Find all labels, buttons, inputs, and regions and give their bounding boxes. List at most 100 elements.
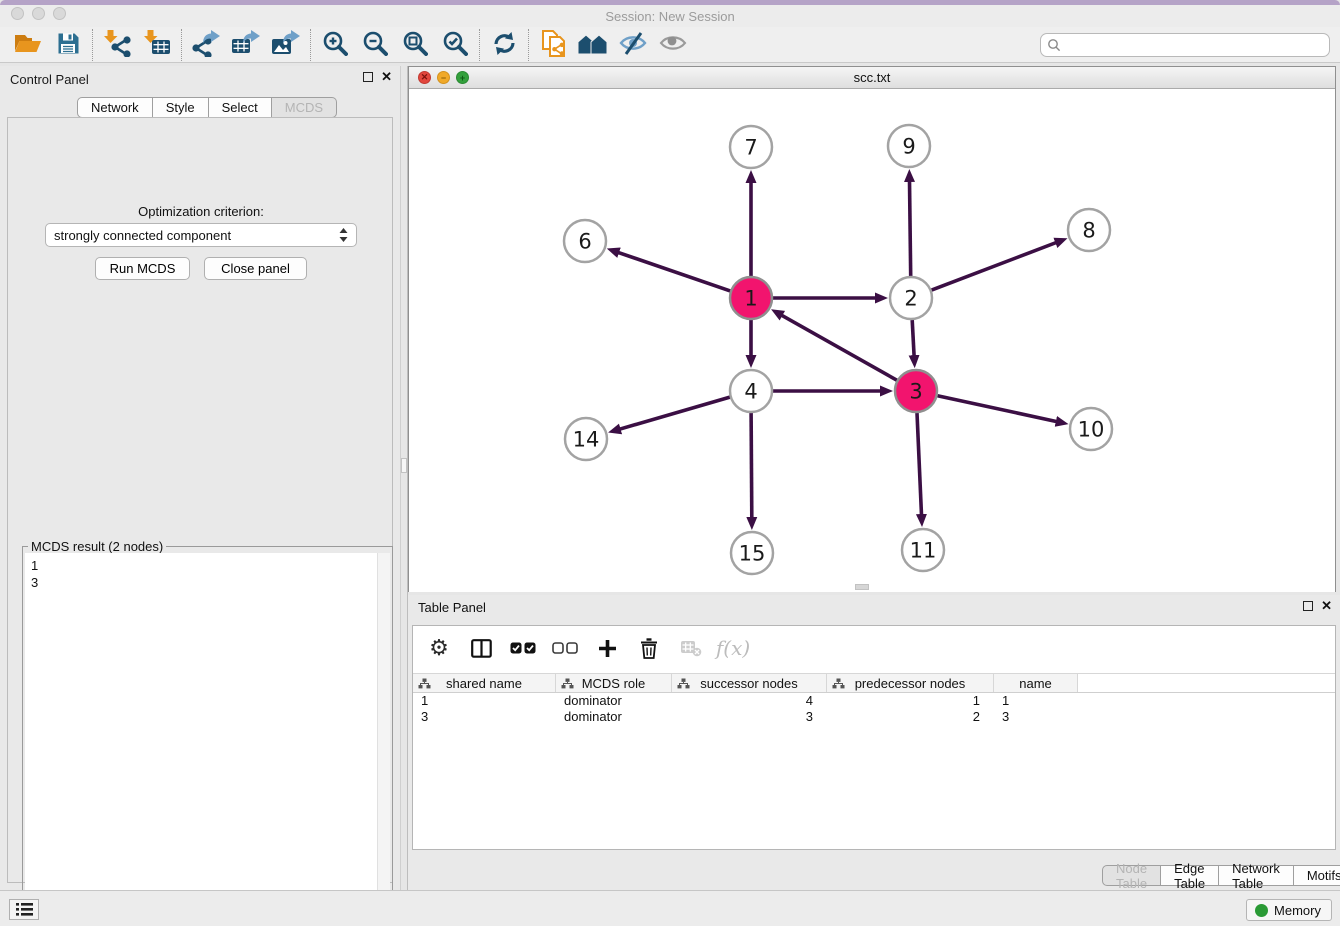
toggle-columns-button[interactable] (467, 634, 495, 662)
hide-glyphs-icon (619, 32, 647, 58)
table-cell-MCDS-role[interactable]: dominator (556, 693, 672, 709)
save-session-button[interactable] (48, 29, 88, 61)
close-panel-button[interactable]: Close panel (204, 257, 307, 280)
frame-close-icon[interactable]: ✕ (418, 71, 431, 84)
frame-maximize-icon[interactable]: + (456, 71, 469, 84)
graph-edge-4-14[interactable] (620, 397, 730, 429)
column-header-shared-name[interactable]: shared name (413, 674, 556, 692)
zoom-in-button[interactable] (315, 29, 355, 61)
search-input[interactable] (1065, 38, 1329, 53)
show-glyphs-button[interactable] (653, 29, 693, 61)
canvas-hscroll-thumb[interactable] (855, 584, 869, 590)
tab-node-table[interactable]: Node Table (1102, 865, 1161, 886)
graph-edge-3-11[interactable] (917, 413, 922, 515)
svg-text:11: 11 (910, 538, 937, 562)
tab-select[interactable]: Select (209, 97, 272, 118)
graph-node-11[interactable]: 11 (902, 529, 944, 571)
table-cell-predecessor-nodes[interactable]: 2 (827, 709, 994, 725)
table-cell-successor-nodes[interactable]: 4 (672, 693, 827, 709)
column-header-successor-nodes[interactable]: successor nodes (672, 674, 827, 692)
network-frame-titlebar[interactable]: ✕ − + scc.txt (409, 67, 1335, 89)
export-network-button[interactable] (186, 29, 226, 61)
tab-network-table[interactable]: Network Table (1219, 865, 1294, 886)
tab-motifs[interactable]: Motifs (1294, 865, 1340, 886)
graph-edge-4-15[interactable] (751, 413, 752, 518)
graph-node-14[interactable]: 14 (565, 418, 607, 460)
zoom-selected-button[interactable] (435, 29, 475, 61)
optimization-criterion-select[interactable]: strongly connected component (45, 223, 357, 247)
window-minimize-icon[interactable] (32, 7, 45, 20)
table-cell-predecessor-nodes[interactable]: 1 (827, 693, 994, 709)
refresh-button[interactable] (484, 29, 524, 61)
table-settings-button[interactable]: ⚙ (425, 634, 453, 662)
split-divider[interactable] (400, 66, 408, 890)
import-table-button[interactable] (137, 29, 177, 61)
graph-node-7[interactable]: 7 (730, 126, 772, 168)
graph-node-8[interactable]: 8 (1068, 209, 1110, 251)
tab-style[interactable]: Style (153, 97, 209, 118)
window-zoom-icon[interactable] (53, 7, 66, 20)
table-cell-shared-name[interactable]: 1 (413, 693, 556, 709)
graph-node-4[interactable]: 4 (730, 370, 772, 412)
open-session-icon (14, 31, 42, 58)
graph-edge-2-8[interactable] (932, 243, 1057, 291)
window-traffic-lights[interactable] (11, 7, 66, 20)
graph-edge-1-6[interactable] (618, 252, 730, 291)
tab-edge-table[interactable]: Edge Table (1161, 865, 1219, 886)
table-panel-float-icon[interactable] (1303, 601, 1313, 611)
import-network-button[interactable] (97, 29, 137, 61)
select-all-icon (510, 642, 536, 654)
svg-text:1: 1 (744, 286, 757, 310)
control-panel-close-icon[interactable]: ✕ (381, 72, 392, 82)
frame-minimize-icon[interactable]: − (437, 71, 450, 84)
column-header-MCDS-role[interactable]: MCDS role (556, 674, 672, 692)
save-session-icon (57, 32, 80, 58)
search-box[interactable] (1040, 33, 1330, 57)
delete-row-button[interactable] (635, 634, 663, 662)
zoom-fit-button[interactable] (395, 29, 435, 61)
optimization-criterion-label: Optimization criterion: (8, 204, 394, 219)
table-cell-successor-nodes[interactable]: 3 (672, 709, 827, 725)
column-header-predecessor-nodes[interactable]: predecessor nodes (827, 674, 994, 692)
deselect-all-rows-button[interactable] (551, 634, 579, 662)
graph-node-6[interactable]: 6 (564, 220, 606, 262)
hide-glyphs-button[interactable] (613, 29, 653, 61)
graph-node-1[interactable]: 1 (730, 277, 772, 319)
table-cell-MCDS-role[interactable]: dominator (556, 709, 672, 725)
window-close-icon[interactable] (11, 7, 24, 20)
split-divider-handle[interactable] (401, 458, 407, 473)
graph-edge-3-10[interactable] (938, 396, 1057, 422)
table-cell-shared-name[interactable]: 3 (413, 709, 556, 725)
graph-node-15[interactable]: 15 (731, 532, 773, 574)
graph-edge-2-3[interactable] (912, 320, 914, 356)
memory-label: Memory (1274, 903, 1321, 918)
duplicate-network-button[interactable] (533, 29, 573, 61)
export-table-button[interactable] (226, 29, 266, 61)
mcds-result-area[interactable]: 13 (25, 553, 390, 921)
tab-network[interactable]: Network (77, 97, 153, 118)
table-panel-close-icon[interactable]: ✕ (1321, 601, 1332, 611)
control-panel-float-icon[interactable] (363, 72, 373, 82)
run-mcds-button[interactable]: Run MCDS (95, 257, 190, 280)
tab-mcds[interactable]: MCDS (272, 97, 337, 118)
add-row-button[interactable] (593, 634, 621, 662)
graph-node-3[interactable]: 3 (895, 370, 937, 412)
table-cell-name[interactable]: 1 (994, 693, 1078, 709)
graph-edge-3-1[interactable] (782, 315, 897, 380)
home-view-button[interactable] (573, 29, 613, 61)
graph-node-10[interactable]: 10 (1070, 408, 1112, 450)
network-canvas[interactable]: 7 9 6 8 1 2 4 3 14 10 15 11 (409, 89, 1335, 592)
list-icon (16, 903, 33, 916)
table-cell-name[interactable]: 3 (994, 709, 1078, 725)
open-session-button[interactable] (8, 29, 48, 61)
graph-edge-2-9[interactable] (910, 181, 911, 276)
mcds-result-scrollbar[interactable] (377, 553, 390, 921)
graph-node-2[interactable]: 2 (890, 277, 932, 319)
column-header-name[interactable]: name (994, 674, 1078, 692)
zoom-out-button[interactable] (355, 29, 395, 61)
task-history-button[interactable] (9, 899, 39, 920)
memory-button[interactable]: Memory (1246, 899, 1332, 921)
select-all-rows-button[interactable] (509, 634, 537, 662)
graph-node-9[interactable]: 9 (888, 125, 930, 167)
export-image-button[interactable] (266, 29, 306, 61)
